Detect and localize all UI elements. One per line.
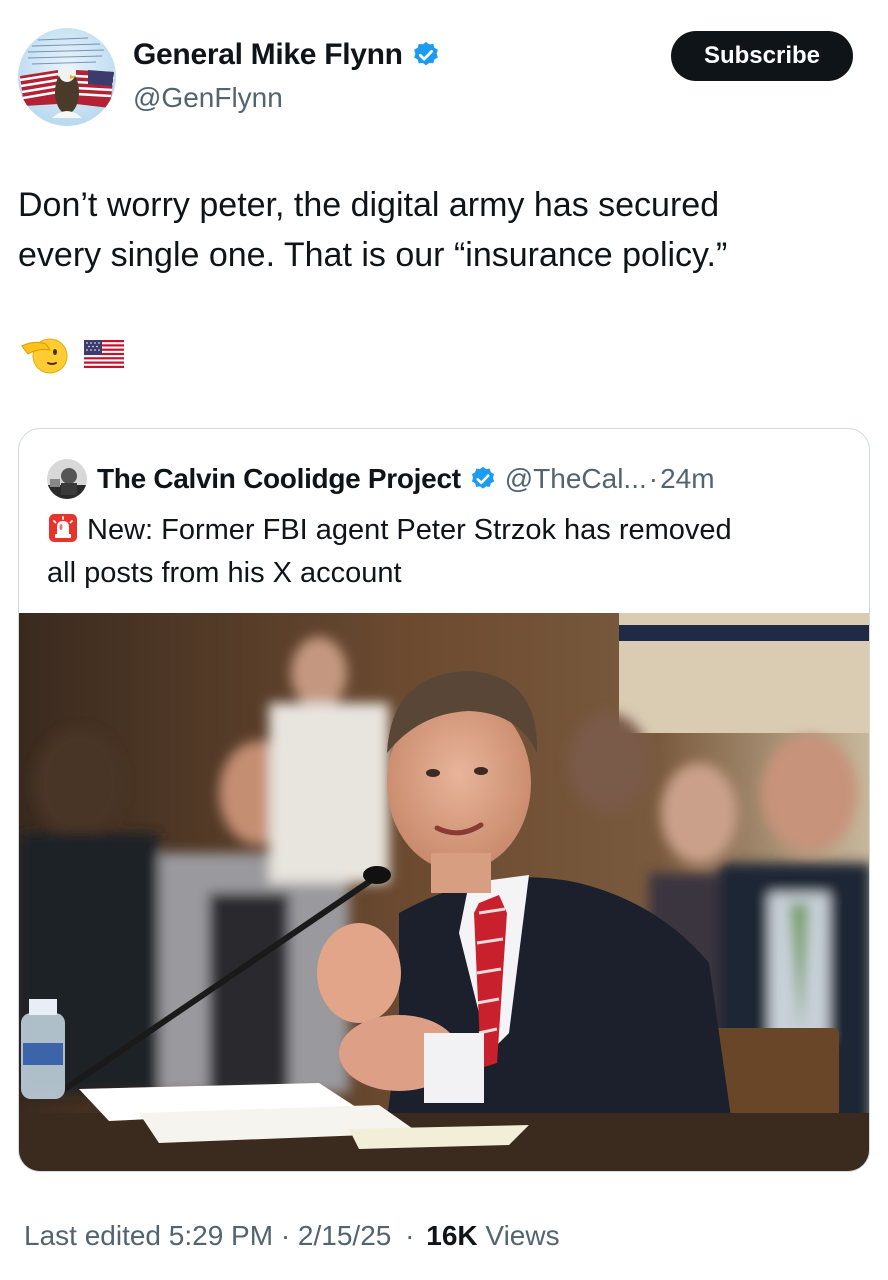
author-avatar[interactable]: [18, 28, 116, 126]
quoted-tweet-text: New: Former FBI agent Peter Strzok has r…: [47, 509, 847, 595]
meta-separator: ·: [648, 463, 659, 494]
quoted-tweet-photo[interactable]: [19, 613, 869, 1171]
tweet-footer: Last edited 5:29 PM · 2/15/25 · 16K View…: [24, 1220, 560, 1252]
us-flag-icon: [84, 340, 124, 373]
author-handle[interactable]: @GenFlynn: [133, 82, 283, 114]
quoted-text-line-1: New: Former FBI agent Peter Strzok has r…: [47, 509, 847, 552]
tweet-text: Don’t worry peter, the digital army has …: [18, 180, 868, 280]
quoted-text-line: New: Former FBI agent Peter Strzok has r…: [87, 514, 732, 546]
verified-badge-icon: [411, 40, 441, 70]
tweet-text-line: every single one. That is our “insurance…: [18, 236, 728, 274]
tweet-text-line: Don’t worry peter, the digital army has …: [18, 186, 720, 224]
views-count: 16K: [426, 1220, 478, 1251]
quoted-author-handle[interactable]: @TheCal...: [505, 463, 647, 495]
quoted-text-line: all posts from his X account: [47, 557, 402, 589]
emoji-row: [20, 332, 124, 381]
quoted-timestamp[interactable]: 24m: [660, 463, 714, 495]
quoted-author-name[interactable]: The Calvin Coolidge Project: [97, 463, 461, 495]
last-edited-info[interactable]: Last edited 5:29 PM · 2/15/25: [24, 1220, 391, 1251]
author-name-row[interactable]: General Mike Flynn: [133, 38, 441, 72]
quoted-verified-badge-icon: [469, 465, 497, 493]
author-name[interactable]: General Mike Flynn: [133, 38, 403, 72]
saluting-face-icon: [20, 332, 68, 381]
quoted-author-avatar[interactable]: [47, 459, 87, 499]
quoted-tweet-header: The Calvin Coolidge Project @TheCal... ·…: [47, 459, 715, 499]
siren-icon: [47, 512, 79, 544]
views-label: Views: [485, 1220, 560, 1251]
subscribe-button[interactable]: Subscribe: [671, 31, 853, 81]
quoted-tweet-card[interactable]: The Calvin Coolidge Project @TheCal... ·…: [18, 428, 870, 1172]
footer-separator: ·: [405, 1220, 415, 1251]
